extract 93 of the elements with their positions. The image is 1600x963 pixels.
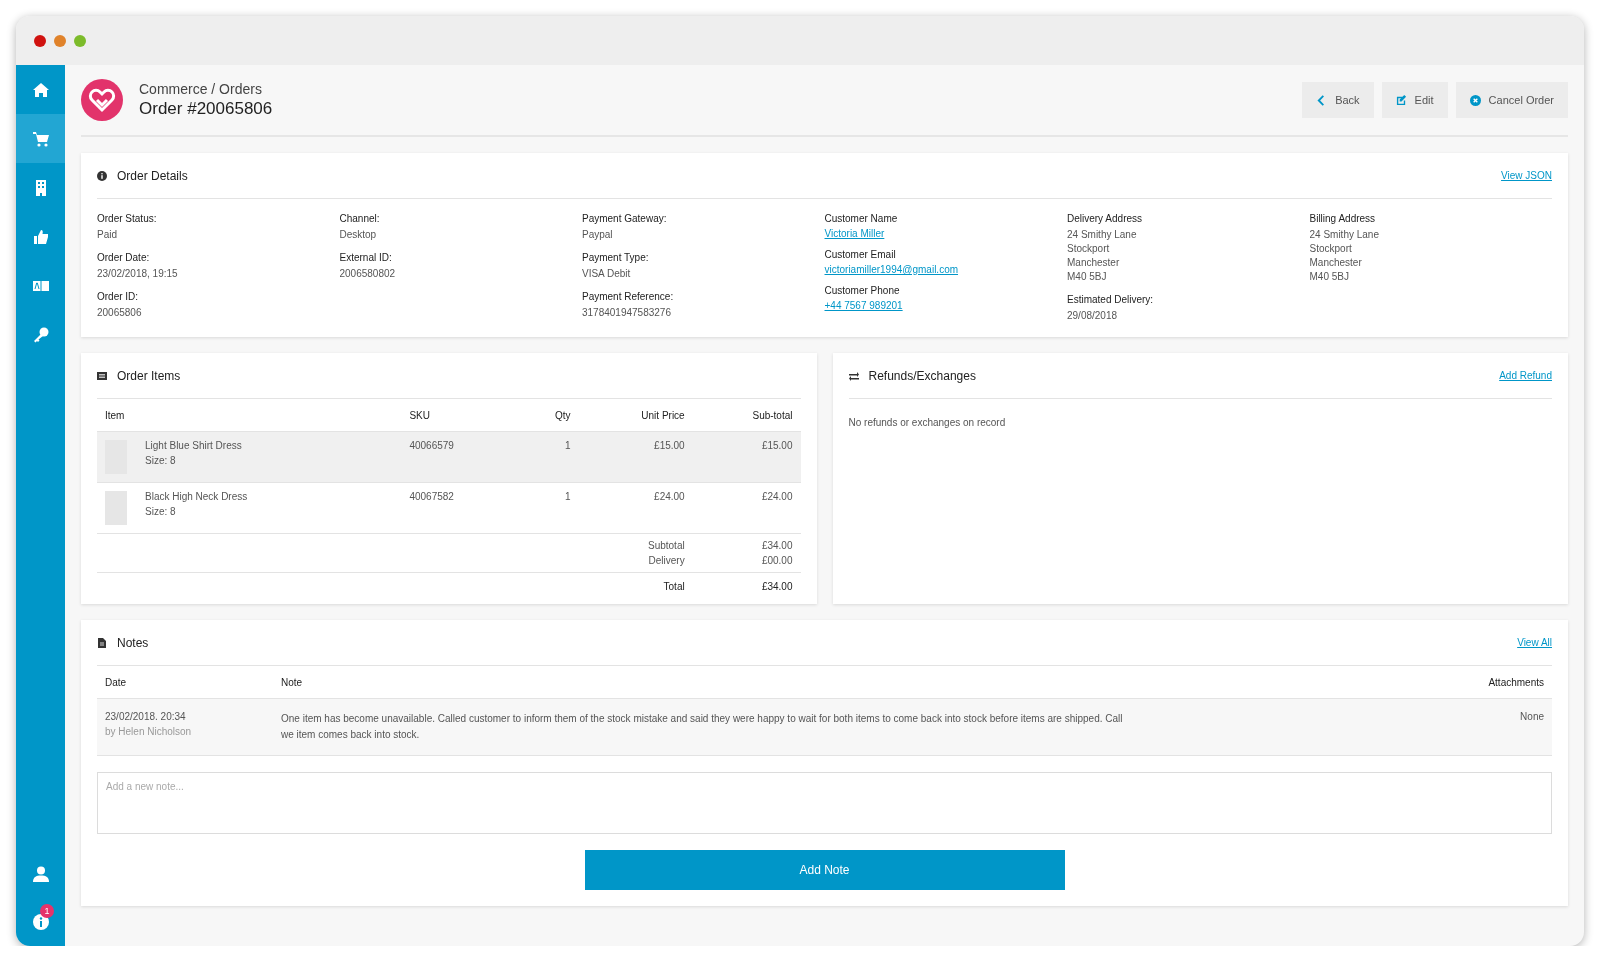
edit-button[interactable]: Edit (1381, 82, 1448, 118)
heart-logo (81, 79, 123, 121)
field-value: 29/08/2018 (1067, 309, 1119, 323)
total-value: £34.00 (692, 572, 801, 604)
notification-badge: 1 (40, 904, 54, 918)
summary-label: Subtotal (578, 533, 693, 553)
cart-icon (32, 130, 49, 147)
user-icon[interactable] (32, 866, 49, 882)
window-control[interactable] (54, 34, 66, 47)
table-row[interactable]: Light Blue Shirt Dress Size: 8 40066579 1 £15.00 £15.00 (97, 431, 801, 483)
column-header: Date (97, 666, 273, 699)
close-icon (1469, 94, 1481, 106)
cancel-button[interactable]: Cancel Order (1455, 82, 1568, 118)
empty-message: No refunds or exchanges on record (848, 416, 1007, 430)
product-name: Black High Neck Dress (145, 491, 248, 502)
field-label: Customer Email (824, 249, 897, 260)
field-value: Paid (97, 228, 118, 242)
text-link[interactable]: View All (1517, 637, 1552, 648)
field-value: 23/02/2018, 19:15 (97, 267, 179, 281)
window-control[interactable] (74, 34, 86, 47)
text-link[interactable]: Add Refund (1499, 370, 1552, 381)
list-icon (97, 370, 107, 381)
table-cell: None (1454, 698, 1552, 756)
field-value: 24 Smithy Lane Stockport Manchester M40 5BJ (1309, 228, 1380, 284)
field-value: 24 Smithy Lane Stockport Manchester M40 5BJ (1067, 228, 1138, 284)
column-header: Sub-total (692, 399, 801, 432)
page-title: Order #20065806 (139, 99, 274, 119)
info-icon (97, 170, 107, 181)
column-header: SKU (401, 399, 518, 432)
product-size: Size: 8 (145, 455, 177, 466)
column-header: Attachments (1454, 666, 1552, 699)
field-value: 3178401947583276 (582, 306, 672, 320)
text-link[interactable]: Victoria Miller (824, 228, 885, 239)
table-cell: 1 (517, 431, 579, 483)
field-value: 20065806 (97, 306, 143, 320)
document-icon (97, 637, 107, 648)
note-date: 23/02/2018. 20:34 (105, 711, 186, 722)
table-cell: £15.00 (578, 431, 693, 483)
field-label: Customer Name (824, 213, 899, 224)
note-text: One item has become unavailable. Called customer to inform them of the stock mistake and said they were happy to wait for both items to come back into stock before items are shipped. Call we item comes back into stock. (281, 712, 1124, 742)
field-value: Desktop (339, 228, 378, 242)
summary-value: £00.00 (692, 553, 801, 573)
summary-value: £34.00 (692, 533, 801, 553)
field-label: External ID: (339, 252, 393, 263)
field-label: Order Status: (97, 213, 158, 224)
window-control[interactable] (34, 34, 46, 47)
product-name: Light Blue Shirt Dress (145, 440, 242, 451)
summary-label: Delivery (578, 553, 693, 573)
field-label: Order Date: (97, 252, 151, 263)
table-row[interactable]: Black High Neck Dress Size: 8 40067582 1 £24.00 £24.00 (97, 482, 801, 534)
column-header: Note (273, 666, 1455, 699)
field-value: 2006580802 (339, 267, 397, 281)
column-header: Qty (517, 399, 579, 432)
key-icon (32, 326, 49, 343)
exchange-icon (848, 370, 859, 381)
table-cell: £15.00 (692, 431, 801, 483)
text-link[interactable]: +44 7567 989201 (824, 300, 903, 311)
table-cell: £24.00 (578, 482, 693, 534)
field-label: Payment Reference: (582, 291, 675, 302)
field-label: Payment Type: (582, 252, 650, 263)
text-link[interactable]: victoriamiller1994@gmail.com (824, 264, 959, 275)
field-label: Delivery Address (1067, 213, 1144, 224)
field-label: Billing Address (1309, 213, 1377, 224)
note-author: by Helen Nicholson (105, 726, 193, 737)
table-cell: 1 (517, 482, 579, 534)
field-label: Estimated Delivery: (1067, 294, 1155, 305)
add-note-button[interactable]: Add Note (584, 850, 1065, 890)
field-label: Customer Phone (824, 285, 901, 296)
total-label: Total (578, 572, 693, 604)
card-title: Order Details (117, 168, 189, 183)
thumbs-up-icon (32, 228, 49, 245)
field-label: Payment Gateway: (582, 213, 668, 224)
field-value: VISA Debit (582, 267, 632, 281)
edit-icon (1395, 94, 1407, 106)
column-header: Item (97, 399, 402, 432)
text-link[interactable]: View JSON (1501, 170, 1552, 181)
product-size: Size: 8 (145, 506, 177, 517)
home-icon (32, 81, 49, 98)
field-label: Order ID: (97, 291, 140, 302)
breadcrumb: Commerce / Orders (139, 81, 263, 97)
table-cell: 40066579 (401, 431, 518, 483)
field-label: Channel: (339, 213, 381, 224)
info-icon[interactable] (32, 914, 49, 930)
card-title: Notes (117, 635, 150, 650)
field-value: Paypal (582, 228, 614, 242)
column-header: Unit Price (578, 399, 693, 432)
table-cell: 40067582 (401, 482, 518, 534)
card-title: Refunds/Exchanges (868, 368, 977, 383)
note-input-field[interactable]: Add a new note... (97, 772, 1552, 834)
card-title: Order Items (117, 368, 182, 383)
back-button[interactable]: Back (1302, 82, 1374, 118)
table-cell: £24.00 (692, 482, 801, 534)
sidebar-item[interactable] (16, 114, 65, 163)
